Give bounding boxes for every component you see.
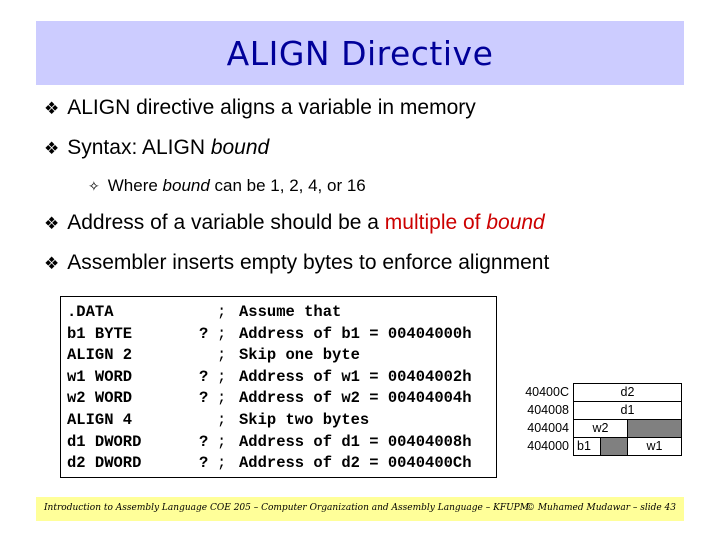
code-semicolon: ;	[217, 454, 227, 473]
memory-address: 404004	[527, 421, 569, 435]
code-line: d1 DWORD?; Address of d1 = 00404008h	[67, 431, 472, 453]
sub-text: Where	[107, 176, 163, 195]
sub-text-suffix: can be 1, 2, 4, or 16	[209, 176, 366, 195]
code-declaration: d2 DWORD	[67, 454, 142, 473]
code-comment: Address of w1 = 00404002h	[239, 367, 472, 386]
diamond-bullet-icon: ❖	[44, 214, 60, 233]
code-initializer: ?	[199, 324, 209, 343]
code-declaration: b1 BYTE	[67, 324, 133, 343]
code-line: .DATA; Assume that	[67, 301, 341, 323]
highlight-italic: bound	[486, 211, 545, 234]
code-box: .DATA; Assume that b1 BYTE?; Address of b1 …	[60, 296, 497, 478]
sub-italic: bound	[162, 176, 210, 195]
code-initializer: ?	[199, 389, 209, 408]
diamond-bullet-icon: ❖	[44, 139, 60, 158]
code-comment: Address of d2 = 0040400Ch	[239, 454, 472, 473]
code-line: ALIGN 4; Skip two bytes	[67, 409, 369, 431]
code-declaration: d1 DWORD	[67, 432, 142, 451]
code-semicolon: ;	[217, 389, 227, 408]
code-initializer: ?	[199, 454, 209, 473]
memory-address: 404000	[527, 439, 569, 453]
code-line: w2 WORD?; Address of w2 = 00404004h	[67, 387, 472, 409]
code-initializer: ?	[199, 432, 209, 451]
footer-right: © Muhamed Mudawar – slide 43	[525, 503, 676, 513]
memory-cell-w1: w1	[627, 437, 682, 456]
bullet-4: ❖ Assembler inserts empty bytes to enfor…	[44, 251, 549, 275]
code-line: d2 DWORD?; Address of d2 = 0040400Ch	[67, 452, 472, 474]
code-semicolon: ;	[217, 346, 227, 365]
footer: Introduction to Assembly Language COE 20…	[36, 497, 684, 521]
highlight-text: multiple of	[384, 211, 487, 234]
code-comment: Assume that	[239, 303, 342, 321]
bullet-italic: bound	[210, 136, 270, 159]
code-semicolon: ;	[217, 432, 227, 451]
bullet-1: ❖ ALIGN directive aligns a variable in m…	[44, 96, 476, 120]
bullet-text: Assembler inserts empty bytes to enforce…	[67, 251, 550, 274]
code-semicolon: ;	[217, 324, 227, 343]
memory-cell-b1: b1	[573, 437, 601, 456]
code-initializer: ?	[199, 367, 209, 386]
bullet-2: ❖ Syntax: ALIGN bound	[44, 136, 269, 160]
memory-cell-w2: w2	[573, 419, 628, 438]
code-comment: Address of b1 = 00404000h	[239, 324, 472, 343]
bullet-text: Address of a variable should be a	[67, 211, 385, 234]
code-declaration: ALIGN 2	[67, 346, 133, 365]
code-declaration: w2 WORD	[67, 389, 133, 408]
code-declaration: w1 WORD	[67, 367, 133, 386]
footer-left: Introduction to Assembly Language	[44, 503, 208, 513]
code-semicolon: ;	[217, 411, 227, 429]
memory-cell-padding	[600, 437, 628, 456]
diamond-bullet-icon: ❖	[44, 254, 60, 273]
memory-address: 404008	[527, 403, 569, 417]
memory-cell-d2: d2	[573, 383, 682, 402]
bullet-text: Syntax: ALIGN	[67, 136, 211, 159]
memory-cell-d1: d1	[573, 401, 682, 420]
code-declaration: ALIGN 4	[67, 411, 133, 429]
diamond-bullet-icon: ❖	[44, 99, 60, 118]
star-bullet-icon: ✧	[88, 178, 100, 194]
code-line: w1 WORD?; Address of w1 = 00404002h	[67, 366, 472, 388]
code-comment: Skip two bytes	[239, 411, 370, 429]
code-line: ALIGN 2; Skip one byte	[67, 344, 360, 366]
sub-bullet-1: ✧ Where bound can be 1, 2, 4, or 16	[88, 176, 366, 196]
code-semicolon: ;	[217, 367, 227, 386]
code-comment: Address of w2 = 00404004h	[239, 389, 472, 408]
title-bar: ALIGN Directive	[36, 21, 684, 85]
code-declaration: .DATA	[67, 303, 114, 321]
slide-title: ALIGN Directive	[226, 33, 494, 73]
footer-center: COE 205 – Computer Organization and Asse…	[210, 503, 529, 513]
bullet-3: ❖ Address of a variable should be a mult…	[44, 211, 545, 235]
code-comment: Address of d1 = 00404008h	[239, 432, 472, 451]
memory-address: 40400C	[525, 385, 569, 399]
code-line: b1 BYTE?; Address of b1 = 00404000h	[67, 323, 472, 345]
code-semicolon: ;	[217, 303, 227, 321]
memory-cell-padding	[627, 419, 682, 438]
code-comment: Skip one byte	[239, 346, 360, 365]
bullet-text: ALIGN directive aligns a variable in mem…	[67, 96, 476, 119]
